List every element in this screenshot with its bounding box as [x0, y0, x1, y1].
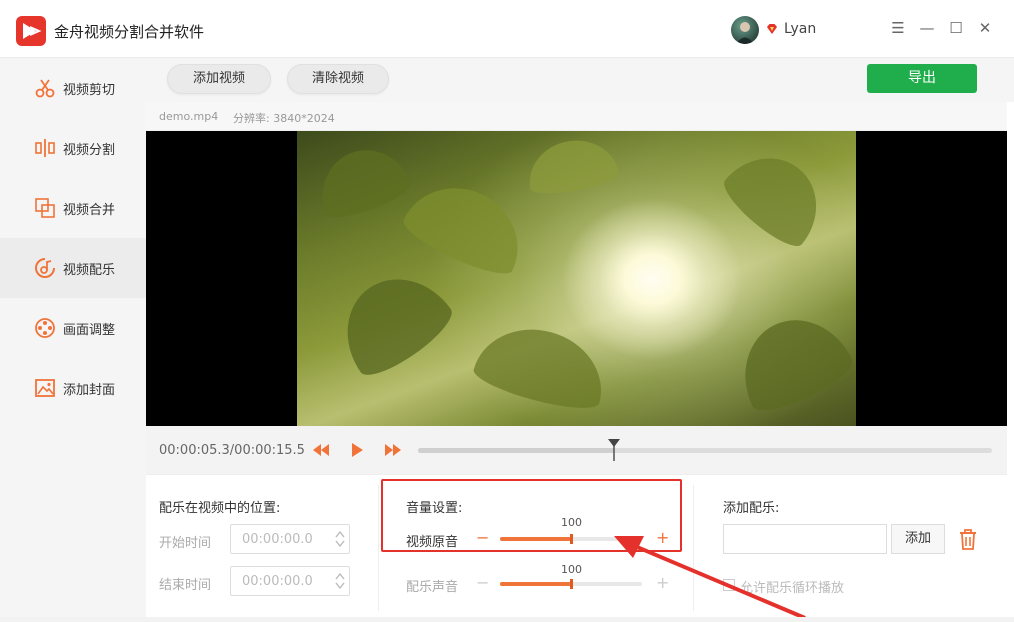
close-icon[interactable]: ✕: [976, 19, 994, 37]
start-time-value: 00:00:00.0: [242, 532, 313, 547]
app-logo-icon: [16, 16, 46, 46]
end-time-value: 00:00:00.0: [242, 574, 313, 589]
username[interactable]: Lyan: [784, 21, 816, 37]
clear-video-button[interactable]: 清除视频: [287, 64, 389, 94]
sidebar-item-video-merge[interactable]: 视频合并: [0, 178, 146, 238]
sidebar-item-label: 视频分割: [63, 142, 116, 158]
music-volume-fill: [500, 582, 571, 586]
music-audio-label: 配乐声音: [406, 580, 459, 595]
end-time-label: 结束时间: [159, 578, 212, 593]
toolbar: 添加视频 清除视频 导出: [146, 58, 1014, 102]
title-bar: 金舟视频分割合并软件 Lyan ☰ — ☐ ✕: [0, 0, 1014, 58]
add-music-button[interactable]: 添加: [891, 524, 945, 554]
video-frame: [297, 131, 856, 426]
rewind-icon[interactable]: [311, 440, 331, 460]
status-strip: [0, 617, 1014, 622]
play-icon[interactable]: [347, 440, 367, 460]
file-info-bar: demo.mp4 分辨率: 3840*2024: [146, 102, 1007, 131]
end-time-input[interactable]: 00:00:00.0: [230, 566, 350, 596]
export-button[interactable]: 导出: [867, 64, 977, 93]
video-player[interactable]: [146, 131, 1007, 426]
sidebar-item-label: 视频配乐: [63, 262, 116, 278]
image-icon: [35, 379, 55, 397]
stepper-icon[interactable]: [335, 571, 345, 591]
annotation-arrow-icon: [614, 536, 806, 620]
minimize-icon[interactable]: —: [918, 19, 936, 37]
sidebar-item-add-cover[interactable]: 添加封面: [0, 358, 146, 418]
sidebar-item-picture-adjust[interactable]: 画面调整: [0, 298, 146, 358]
trash-icon[interactable]: [958, 528, 978, 550]
sidebar-item-video-music[interactable]: 视频配乐: [0, 238, 146, 298]
film-reel-icon: [35, 318, 55, 338]
sidebar: 视频剪切 视频分割 视频合并 视频配乐 画面调整 添加封面: [0, 58, 146, 622]
start-time-input[interactable]: 00:00:00.0: [230, 524, 350, 554]
app-title: 金舟视频分割合并软件: [54, 23, 205, 41]
vip-diamond-icon: [767, 24, 777, 34]
music-icon: [35, 258, 55, 278]
stepper-icon[interactable]: [335, 529, 345, 549]
maximize-icon[interactable]: ☐: [947, 19, 965, 37]
merge-icon: [35, 198, 55, 218]
user-avatar[interactable]: [731, 16, 759, 44]
sidebar-item-video-split[interactable]: 视频分割: [0, 118, 146, 178]
music-volume-knob[interactable]: [570, 579, 573, 589]
sidebar-item-label: 视频合并: [63, 202, 116, 218]
music-position-title: 配乐在视频中的位置:: [159, 501, 281, 516]
sidebar-item-label: 视频剪切: [63, 82, 116, 98]
sidebar-item-video-cut[interactable]: 视频剪切: [0, 58, 146, 118]
split-icon: [35, 139, 55, 157]
timeline-bar: 00:00:05.3/00:00:15.5: [146, 426, 1007, 474]
file-resolution: 分辨率: 3840*2024: [233, 112, 335, 125]
fast-forward-icon[interactable]: [383, 440, 403, 460]
file-name: demo.mp4: [159, 110, 219, 123]
sidebar-item-label: 画面调整: [63, 322, 116, 338]
scissors-icon: [35, 79, 55, 98]
menu-icon[interactable]: ☰: [889, 19, 907, 37]
add-video-button[interactable]: 添加视频: [167, 64, 271, 94]
playback-time: 00:00:05.3/00:00:15.5: [159, 443, 305, 458]
sidebar-item-label: 添加封面: [63, 382, 116, 398]
divider: [378, 485, 379, 611]
timeline-track[interactable]: [418, 448, 992, 453]
music-volume-value: 100: [561, 563, 582, 576]
start-time-label: 开始时间: [159, 536, 212, 551]
playhead-handle[interactable]: [608, 439, 621, 461]
add-music-title: 添加配乐:: [723, 501, 780, 516]
music-volume-minus[interactable]: −: [476, 575, 489, 591]
timeline-progress: [418, 448, 615, 453]
